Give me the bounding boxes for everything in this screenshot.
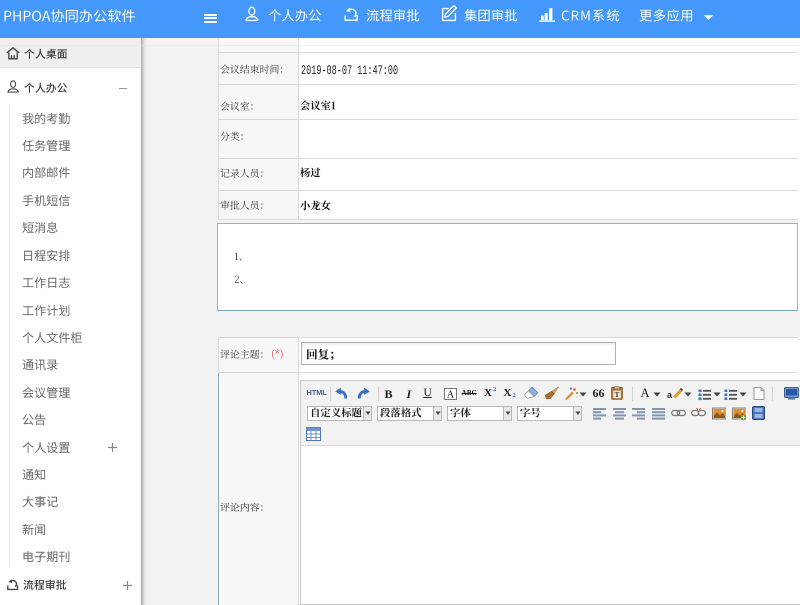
svg-text:a: a bbox=[667, 390, 673, 400]
svg-text:A: A bbox=[446, 389, 454, 399]
svg-text:T: T bbox=[614, 391, 619, 399]
